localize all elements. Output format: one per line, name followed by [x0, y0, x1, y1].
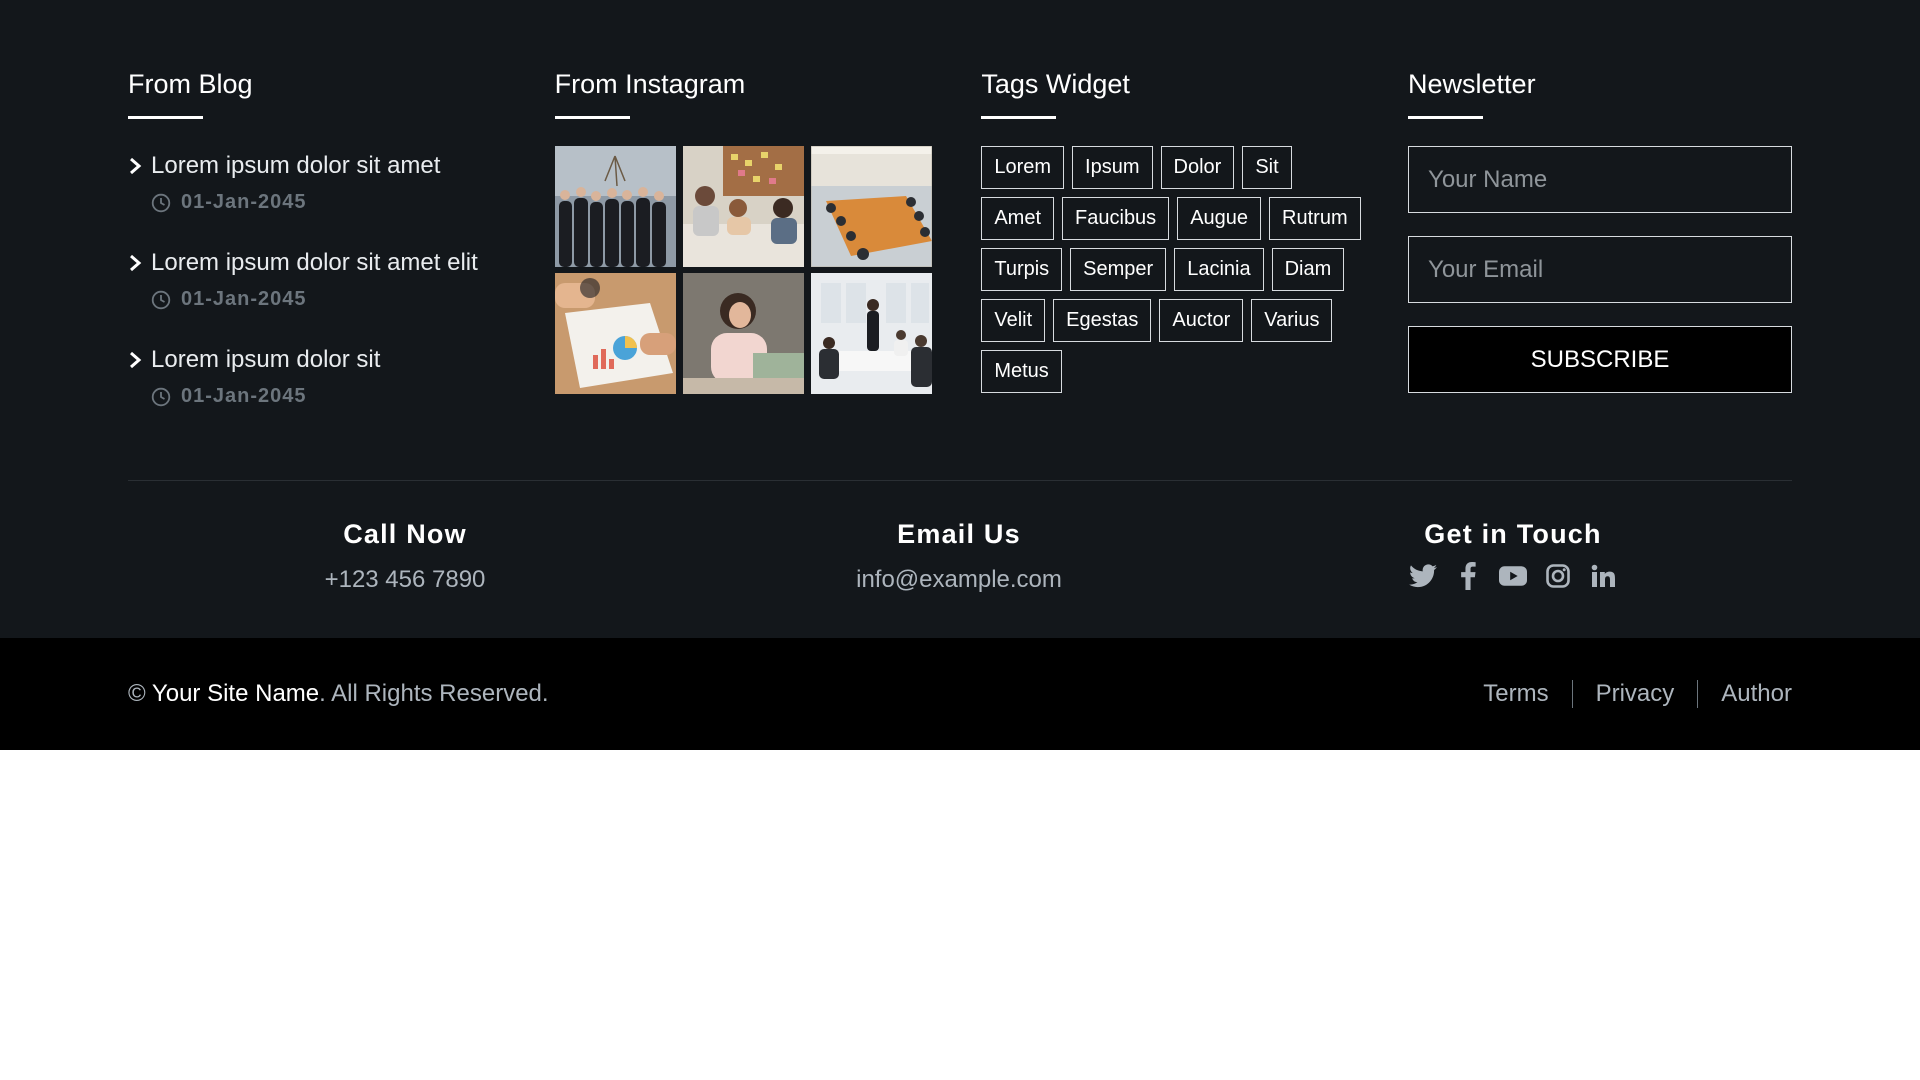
- footer-main: From Blog Lorem ipsum dolor sit amet 01-…: [0, 0, 1920, 638]
- newsletter-title: Newsletter: [1408, 69, 1536, 99]
- blog-post: Lorem ipsum dolor sit amet 01-Jan-2045: [128, 152, 555, 249]
- instagram-photo[interactable]: [554, 273, 676, 394]
- blog-post-link[interactable]: Lorem ipsum dolor sit amet elit: [128, 249, 555, 277]
- instagram-photo[interactable]: [682, 146, 804, 267]
- blog-title: From Blog: [128, 69, 253, 99]
- tag-link[interactable]: Metus: [981, 350, 1062, 393]
- blog-post: Lorem ipsum dolor sit 01-Jan-2045: [128, 346, 555, 443]
- privacy-link[interactable]: Privacy: [1571, 680, 1698, 708]
- author-link[interactable]: Author: [1697, 680, 1792, 708]
- tag-list: Lorem Ipsum Dolor Sit Amet Faucibus Augu…: [981, 146, 1361, 393]
- instagram-photo[interactable]: [810, 146, 932, 267]
- instagram-grid: [554, 146, 932, 394]
- blog-post-link[interactable]: Lorem ipsum dolor sit amet: [128, 152, 555, 180]
- copyright-text: © Your Site Name. All Rights Reserved.: [128, 638, 549, 750]
- clock-icon: [151, 290, 171, 309]
- tags-title: Tags Widget: [981, 69, 1130, 99]
- title-underline: [981, 116, 1057, 119]
- clock-icon: [151, 193, 171, 212]
- tag-link[interactable]: Ipsum: [1072, 146, 1153, 189]
- phone-number: +123 456 7890: [324, 566, 486, 593]
- instagram-photo[interactable]: [810, 273, 932, 394]
- social-links: [1236, 562, 1790, 590]
- title-underline: [1408, 116, 1484, 119]
- blog-date-text: 01-Jan-2045: [181, 288, 307, 310]
- footer-divider: [128, 480, 1792, 481]
- tag-link[interactable]: Dolor: [1160, 146, 1235, 189]
- clock-icon: [151, 387, 171, 406]
- tag-link[interactable]: Lorem: [981, 146, 1065, 189]
- chevron-right-icon: [130, 254, 142, 272]
- instagram-photo[interactable]: [682, 273, 804, 394]
- bottom-links: Terms Privacy Author: [1460, 638, 1792, 750]
- title-underline: [554, 116, 630, 119]
- contact-row: Call Now +123 456 7890 Email Us info@exa…: [128, 516, 1792, 606]
- blog-widget: From Blog Lorem ipsum dolor sit amet 01-…: [128, 68, 555, 408]
- youtube-icon[interactable]: [1499, 562, 1527, 590]
- email-input[interactable]: [1408, 236, 1793, 303]
- linkedin-icon[interactable]: [1589, 562, 1617, 590]
- copyright-symbol: ©: [128, 680, 146, 707]
- chevron-right-icon: [130, 351, 142, 369]
- tag-link[interactable]: Lacinia: [1174, 248, 1264, 291]
- terms-link[interactable]: Terms: [1460, 680, 1571, 708]
- blog-post-title: Lorem ipsum dolor sit: [151, 346, 381, 373]
- tag-link[interactable]: Rutrum: [1269, 197, 1361, 240]
- email-address: info@example.com: [856, 566, 1062, 593]
- blog-date-text: 01-Jan-2045: [181, 191, 307, 213]
- tag-link[interactable]: Semper: [1070, 248, 1167, 291]
- blog-date-text: 01-Jan-2045: [181, 385, 307, 407]
- blog-post-date: 01-Jan-2045: [128, 191, 555, 214]
- tag-link[interactable]: Diam: [1271, 248, 1345, 291]
- blog-post-date: 01-Jan-2045: [128, 385, 555, 408]
- chevron-right-icon: [130, 157, 142, 175]
- tag-link[interactable]: Velit: [981, 299, 1046, 342]
- blog-post-title: Lorem ipsum dolor sit amet: [151, 152, 441, 179]
- instagram-icon[interactable]: [1544, 562, 1572, 590]
- blog-post-date: 01-Jan-2045: [128, 288, 555, 311]
- get-in-touch-block: Get in Touch: [1236, 516, 1790, 606]
- call-now-block: Call Now +123 456 7890: [128, 516, 682, 606]
- footer-bottom-bar: © Your Site Name. All Rights Reserved. T…: [0, 638, 1920, 750]
- tag-link[interactable]: Auctor: [1159, 299, 1244, 342]
- title-underline: [128, 116, 203, 119]
- tags-widget: Tags Widget Lorem Ipsum Dolor Sit Amet F…: [981, 68, 1408, 408]
- tag-link[interactable]: Sit: [1242, 146, 1292, 189]
- rights-text: . All Rights Reserved.: [319, 680, 549, 707]
- instagram-photo[interactable]: [554, 146, 676, 267]
- site-name-link[interactable]: Your Site Name: [152, 680, 319, 707]
- tag-link[interactable]: Faucibus: [1062, 197, 1170, 240]
- name-input[interactable]: [1408, 146, 1793, 213]
- instagram-widget: From Instagram: [554, 68, 982, 408]
- tag-link[interactable]: Augue: [1177, 197, 1262, 240]
- blog-post-link[interactable]: Lorem ipsum dolor sit: [128, 346, 555, 374]
- facebook-icon[interactable]: [1454, 562, 1482, 590]
- footer-widgets: From Blog Lorem ipsum dolor sit amet 01-…: [128, 68, 1793, 408]
- email-us-block: Email Us info@example.com: [682, 516, 1236, 606]
- tag-link[interactable]: Turpis: [981, 248, 1063, 291]
- instagram-title: From Instagram: [554, 69, 746, 99]
- blog-post-title: Lorem ipsum dolor sit amet elit: [151, 249, 478, 276]
- email-us-title: Email Us: [897, 519, 1021, 549]
- blog-post: Lorem ipsum dolor sit amet elit 01-Jan-2…: [128, 249, 555, 346]
- subscribe-button[interactable]: SUBSCRIBE: [1408, 326, 1793, 393]
- tag-link[interactable]: Egestas: [1053, 299, 1152, 342]
- newsletter-widget: Newsletter SUBSCRIBE: [1408, 68, 1793, 408]
- blog-list: Lorem ipsum dolor sit amet 01-Jan-2045 L…: [128, 152, 555, 443]
- tag-link[interactable]: Varius: [1251, 299, 1333, 342]
- get-in-touch-title: Get in Touch: [1424, 519, 1602, 549]
- tag-link[interactable]: Amet: [981, 197, 1055, 240]
- twitter-icon[interactable]: [1409, 562, 1437, 590]
- call-now-title: Call Now: [343, 519, 467, 549]
